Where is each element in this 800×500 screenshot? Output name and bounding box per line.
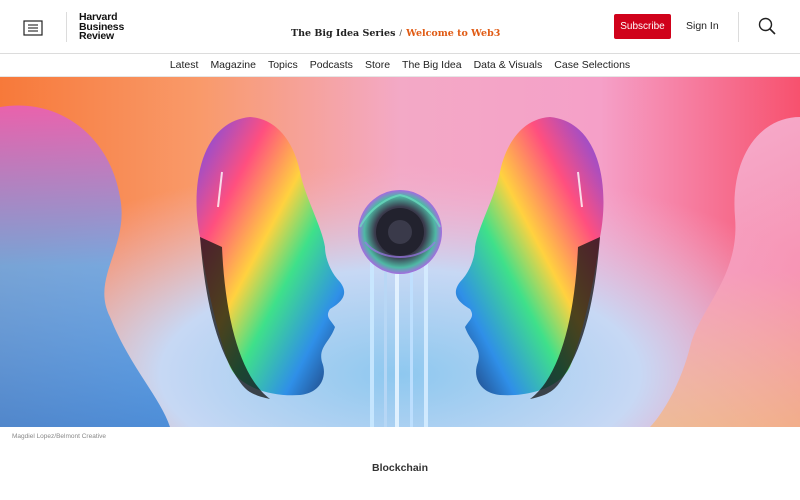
breadcrumb-current-link[interactable]: Welcome to Web3 [406, 28, 500, 39]
main-nav: Latest Magazine Topics Podcasts Store Th… [0, 54, 800, 77]
hero-illustration [0, 77, 800, 427]
search-icon[interactable] [758, 17, 776, 35]
nav-item-topics[interactable]: Topics [262, 59, 304, 71]
hero-image [0, 77, 800, 427]
sign-in-link[interactable]: Sign In [686, 20, 719, 32]
nav-item-store[interactable]: Store [359, 59, 396, 71]
menu-icon[interactable] [23, 20, 43, 36]
image-caption: Magdiel Lopez/Belmont Creative [12, 433, 106, 440]
breadcrumb-separator: / [399, 28, 403, 39]
nav-item-podcasts[interactable]: Podcasts [304, 59, 359, 71]
header-divider [66, 12, 67, 42]
nav-item-data-visuals[interactable]: Data & Visuals [468, 59, 549, 71]
nav-item-case-selections[interactable]: Case Selections [548, 59, 636, 71]
header-divider [738, 12, 739, 42]
hbr-logo[interactable]: Harvard Business Review [79, 12, 124, 42]
breadcrumb-series-link[interactable]: The Big Idea Series [291, 28, 395, 39]
site-header: Harvard Business Review The Big Idea Ser… [0, 0, 800, 54]
subscribe-button[interactable]: Subscribe [614, 14, 671, 39]
logo-line: Review [79, 30, 114, 42]
breadcrumb: The Big Idea Series / Welcome to Web3 [291, 28, 500, 39]
nav-item-latest[interactable]: Latest [164, 59, 205, 71]
nav-item-the-big-idea[interactable]: The Big Idea [396, 59, 468, 71]
nav-item-magazine[interactable]: Magazine [204, 59, 262, 71]
topic-label[interactable]: Blockchain [0, 462, 800, 474]
